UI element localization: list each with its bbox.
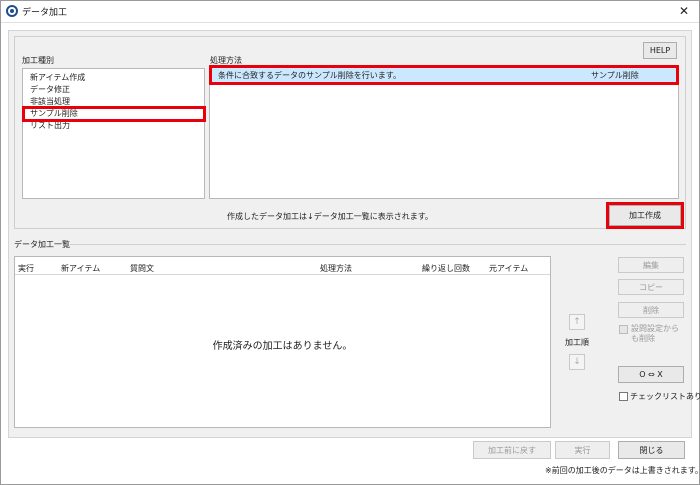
method-list[interactable] xyxy=(209,66,679,199)
highlight-box-method xyxy=(209,65,679,85)
column-header-source-item[interactable]: 元アイテム xyxy=(489,263,528,274)
processing-type-item[interactable]: 新アイテム作成 xyxy=(30,72,85,83)
table-header-divider xyxy=(15,274,550,275)
edit-button[interactable]: 編集 xyxy=(618,257,684,273)
run-button[interactable]: 実行 xyxy=(555,441,610,459)
delete-button[interactable]: 削除 xyxy=(618,302,684,318)
highlight-box-create xyxy=(606,202,684,229)
column-header-question[interactable]: 質問文 xyxy=(130,263,154,274)
processing-type-header: 加工種別 xyxy=(22,56,54,65)
column-header-method[interactable]: 処理方法 xyxy=(320,263,352,274)
help-button[interactable]: HELP xyxy=(643,42,677,59)
delete-settings-label: 設問設定からも削除 xyxy=(631,324,679,343)
close-button[interactable]: 閉じる xyxy=(618,441,685,459)
column-header-run[interactable]: 実行 xyxy=(18,263,34,274)
window-title: データ加工 xyxy=(22,8,68,18)
app-logo-icon xyxy=(6,5,18,17)
column-header-new-item[interactable]: 新アイテム xyxy=(61,263,100,274)
ox-toggle-button[interactable]: O ⇔ X xyxy=(618,366,684,383)
section-divider xyxy=(70,244,686,245)
move-down-button[interactable]: ↓ xyxy=(569,354,585,370)
copy-button[interactable]: コピー xyxy=(618,279,684,295)
column-header-repeat-count[interactable]: 繰り返し回数 xyxy=(422,263,470,274)
info-text: 作成したデータ加工は↓データ加工一覧に表示されます。 xyxy=(227,212,433,221)
checklist-checkbox[interactable] xyxy=(619,392,628,401)
close-window-button[interactable]: ✕ xyxy=(674,2,694,20)
order-label: 加工順 xyxy=(565,338,589,347)
delete-settings-checkbox[interactable] xyxy=(619,325,628,334)
overwrite-note: ※前回の加工後のデータは上書きされます。 xyxy=(545,466,700,475)
empty-list-message: 作成済みの加工はありません。 xyxy=(212,341,353,352)
revert-button[interactable]: 加工前に戻す xyxy=(473,441,551,459)
processing-type-item[interactable]: データ修正 xyxy=(30,84,70,95)
processing-list-header: データ加工一覧 xyxy=(14,240,70,249)
checklist-label: チェックリストあり xyxy=(630,392,700,401)
highlight-box-sample-delete xyxy=(22,106,206,122)
title-bar xyxy=(1,1,699,23)
move-up-button[interactable]: ↑ xyxy=(569,314,585,330)
